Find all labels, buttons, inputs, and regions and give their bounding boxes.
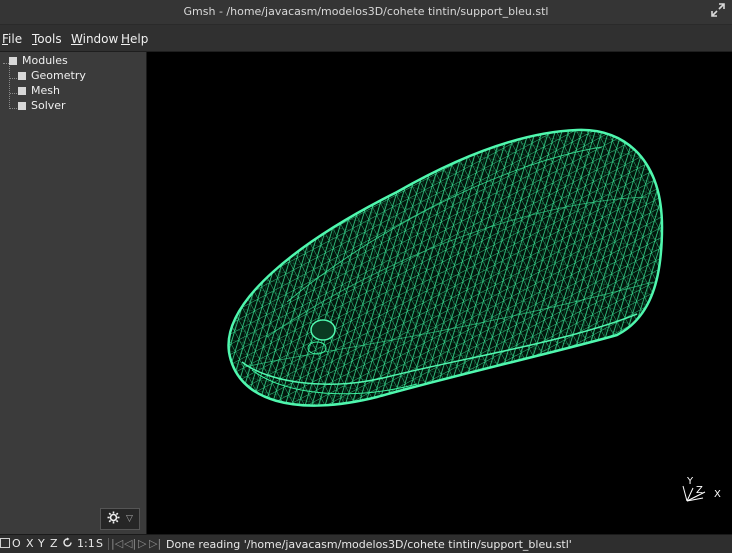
tree-item-solver[interactable]: Solver	[18, 98, 66, 113]
menu-file[interactable]: File	[2, 32, 22, 46]
scale-1to1-button[interactable]: 1:1	[77, 537, 95, 550]
menu-help[interactable]: Help	[121, 32, 148, 46]
tree-item-modules[interactable]: Modules	[9, 53, 68, 68]
tree-node-icon	[9, 56, 17, 65]
graphics-viewport[interactable]: Y Z X	[147, 52, 732, 534]
menu-window[interactable]: Window	[71, 32, 118, 46]
view-z-button[interactable]: Z	[50, 537, 58, 550]
view-x-button[interactable]: X	[26, 537, 34, 550]
menu-bar: File Tools Window Help	[0, 25, 732, 52]
menu-tools[interactable]: Tools	[32, 32, 62, 46]
window-title: Gmsh - /home/javacasm/modelos3D/cohete t…	[183, 5, 549, 18]
axis-y-label: Y	[686, 476, 694, 487]
tree-guide	[9, 63, 11, 109]
axes-triad: Y Z X	[682, 476, 721, 502]
tree-node-icon	[18, 86, 26, 95]
tree-guide	[10, 108, 17, 110]
first-step-icon[interactable]: |◁	[111, 537, 123, 550]
play-icon[interactable]: ▷	[138, 537, 146, 550]
view-o-button[interactable]: O	[12, 537, 21, 550]
rotate-icon[interactable]	[62, 537, 73, 551]
maximize-icon[interactable]	[710, 3, 726, 19]
axis-z-label: Z	[696, 485, 703, 496]
dropdown-arrow-icon: ▽	[126, 514, 133, 524]
view-y-button[interactable]: Y	[38, 537, 45, 550]
status-bar: O X Y Z 1:1 S |◁ ◁| ▷ ▷| Done reading '/…	[0, 534, 732, 553]
tree-item-geometry[interactable]: Geometry	[18, 68, 86, 83]
tree-item-mesh[interactable]: Mesh	[18, 83, 60, 98]
axis-x-label: X	[714, 489, 721, 500]
tree-guide	[10, 93, 17, 95]
tree-node-icon	[18, 71, 26, 80]
next-step-icon[interactable]: ▷|	[149, 537, 161, 550]
view-s-button[interactable]: S	[96, 537, 103, 550]
tree-guide	[10, 78, 17, 80]
status-divider	[108, 538, 109, 550]
mesh-render: Y Z X	[227, 128, 721, 502]
toggle-window-icon[interactable]	[0, 538, 10, 548]
status-message: Done reading '/home/javacasm/modelos3D/c…	[166, 538, 572, 551]
options-button[interactable]: ▽	[100, 508, 140, 530]
prev-step-icon[interactable]: ◁|	[124, 537, 136, 550]
title-bar: Gmsh - /home/javacasm/modelos3D/cohete t…	[0, 0, 732, 25]
mesh-surface	[227, 128, 664, 407]
tree-node-icon	[18, 101, 26, 110]
module-tree: Modules Geometry Mesh Solver ▽	[0, 52, 147, 534]
gear-icon	[107, 511, 120, 528]
